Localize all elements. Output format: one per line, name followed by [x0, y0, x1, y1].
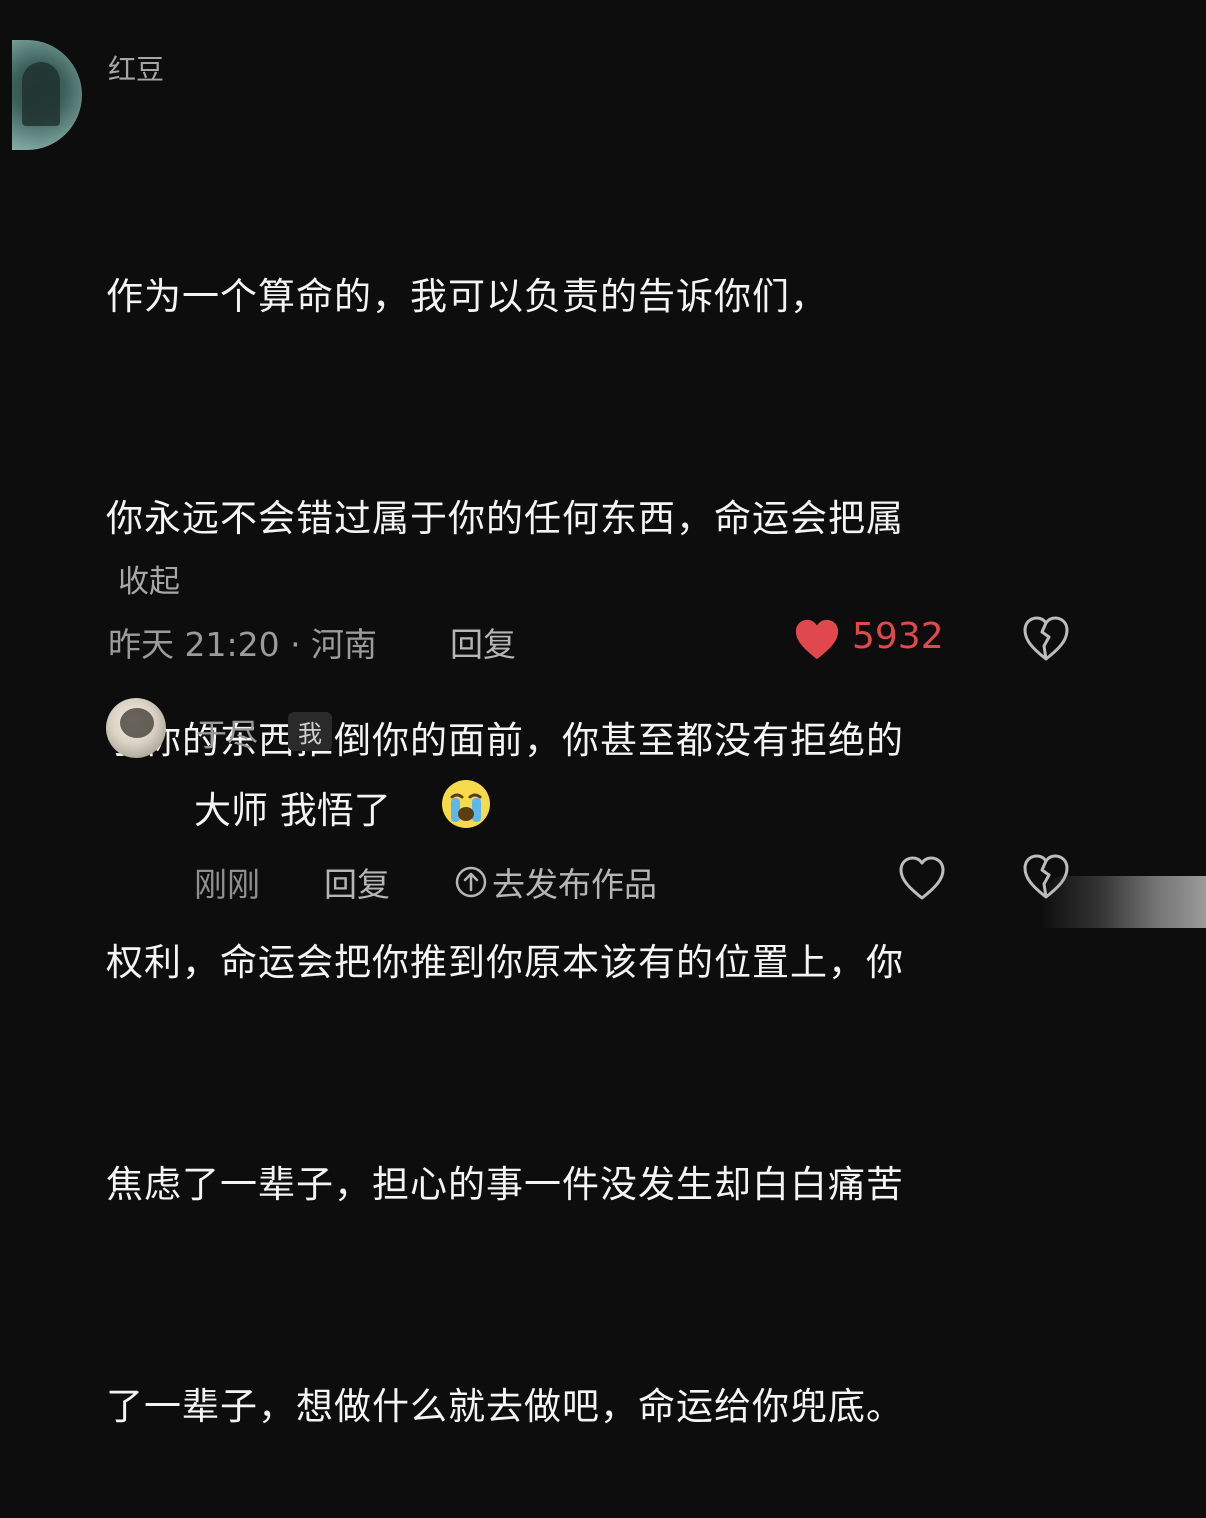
reply-text: 大师 我悟了 [194, 789, 391, 832]
comment-timestamp: 昨天 21:20 · 河南 [108, 625, 378, 664]
collapse-button[interactable]: 收起 [118, 556, 180, 601]
avatar[interactable] [12, 40, 82, 150]
reply-reply-button[interactable]: 回复 [324, 858, 390, 906]
reply-username[interactable]: 于尽 [196, 710, 258, 755]
heart-icon[interactable] [794, 618, 840, 662]
watermark [1040, 876, 1206, 928]
publish-button[interactable]: 去发布作品 [454, 858, 657, 906]
comment-line: 了一辈子，想做什么就去做吧，命运给你兜底。 [106, 1385, 904, 1428]
comment-username[interactable]: 红豆 [108, 48, 164, 88]
arrow-up-circle-icon [454, 865, 488, 899]
publish-label: 去发布作品 [492, 865, 657, 904]
reply-timestamp: 刚刚 [194, 865, 260, 904]
reply-avatar[interactable] [106, 698, 166, 758]
broken-heart-icon[interactable] [1022, 616, 1070, 662]
comment-line: 焦虑了一辈子，担心的事一件没发生却白白痛苦 [106, 1163, 904, 1206]
comment-line: 作为一个算命的，我可以负责的告诉你们， [106, 275, 828, 318]
me-badge: 我 [288, 712, 332, 751]
heart-outline-icon[interactable] [898, 856, 946, 902]
avatar-image [120, 708, 154, 738]
comment-line: 你永远不会错过属于你的任何东西，命运会把属 [106, 497, 904, 540]
like-count: 5932 [852, 616, 944, 657]
comment-line: 权利，命运会把你推到你原本该有的位置上，你 [106, 941, 904, 984]
loudly-crying-face-icon [440, 778, 492, 830]
reply-button[interactable]: 回复 [450, 618, 516, 666]
avatar-image [22, 62, 60, 126]
